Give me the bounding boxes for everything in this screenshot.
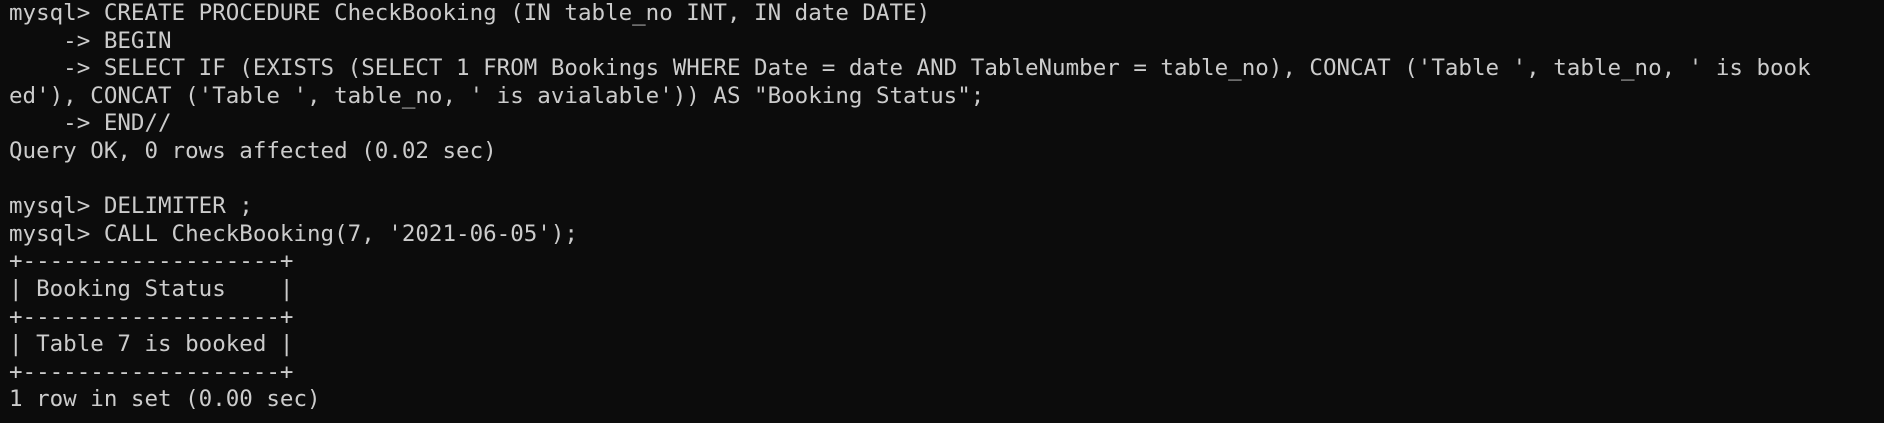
result-table-border-bottom: +-------------------+ [9,358,294,385]
continuation-line-begin: -> BEGIN [9,27,172,54]
continuation-line-end: -> END// [9,110,172,137]
rows-in-set-output: 1 row in set (0.00 sec) [9,386,321,413]
terminal-window[interactable]: mysql> CREATE PROCEDURE CheckBooking (IN… [0,0,1884,423]
prompt-line-create-procedure: mysql> CREATE PROCEDURE CheckBooking (IN… [9,0,931,26]
result-table-border-top: +-------------------+ [9,248,294,275]
wrapped-line-select: ed'), CONCAT ('Table ', table_no, ' is a… [9,82,985,109]
prompt-line-delimiter: mysql> DELIMITER ; [9,193,253,220]
result-table-border-mid: +-------------------+ [9,303,294,330]
result-table-header: | Booking Status | [9,275,294,302]
continuation-line-select: -> SELECT IF (EXISTS (SELECT 1 FROM Book… [9,55,1811,82]
prompt-line-call: mysql> CALL CheckBooking(7, '2021-06-05'… [9,220,578,247]
query-ok-output: Query OK, 0 rows affected (0.02 sec) [9,137,497,164]
result-table-row: | Table 7 is booked | [9,331,294,358]
